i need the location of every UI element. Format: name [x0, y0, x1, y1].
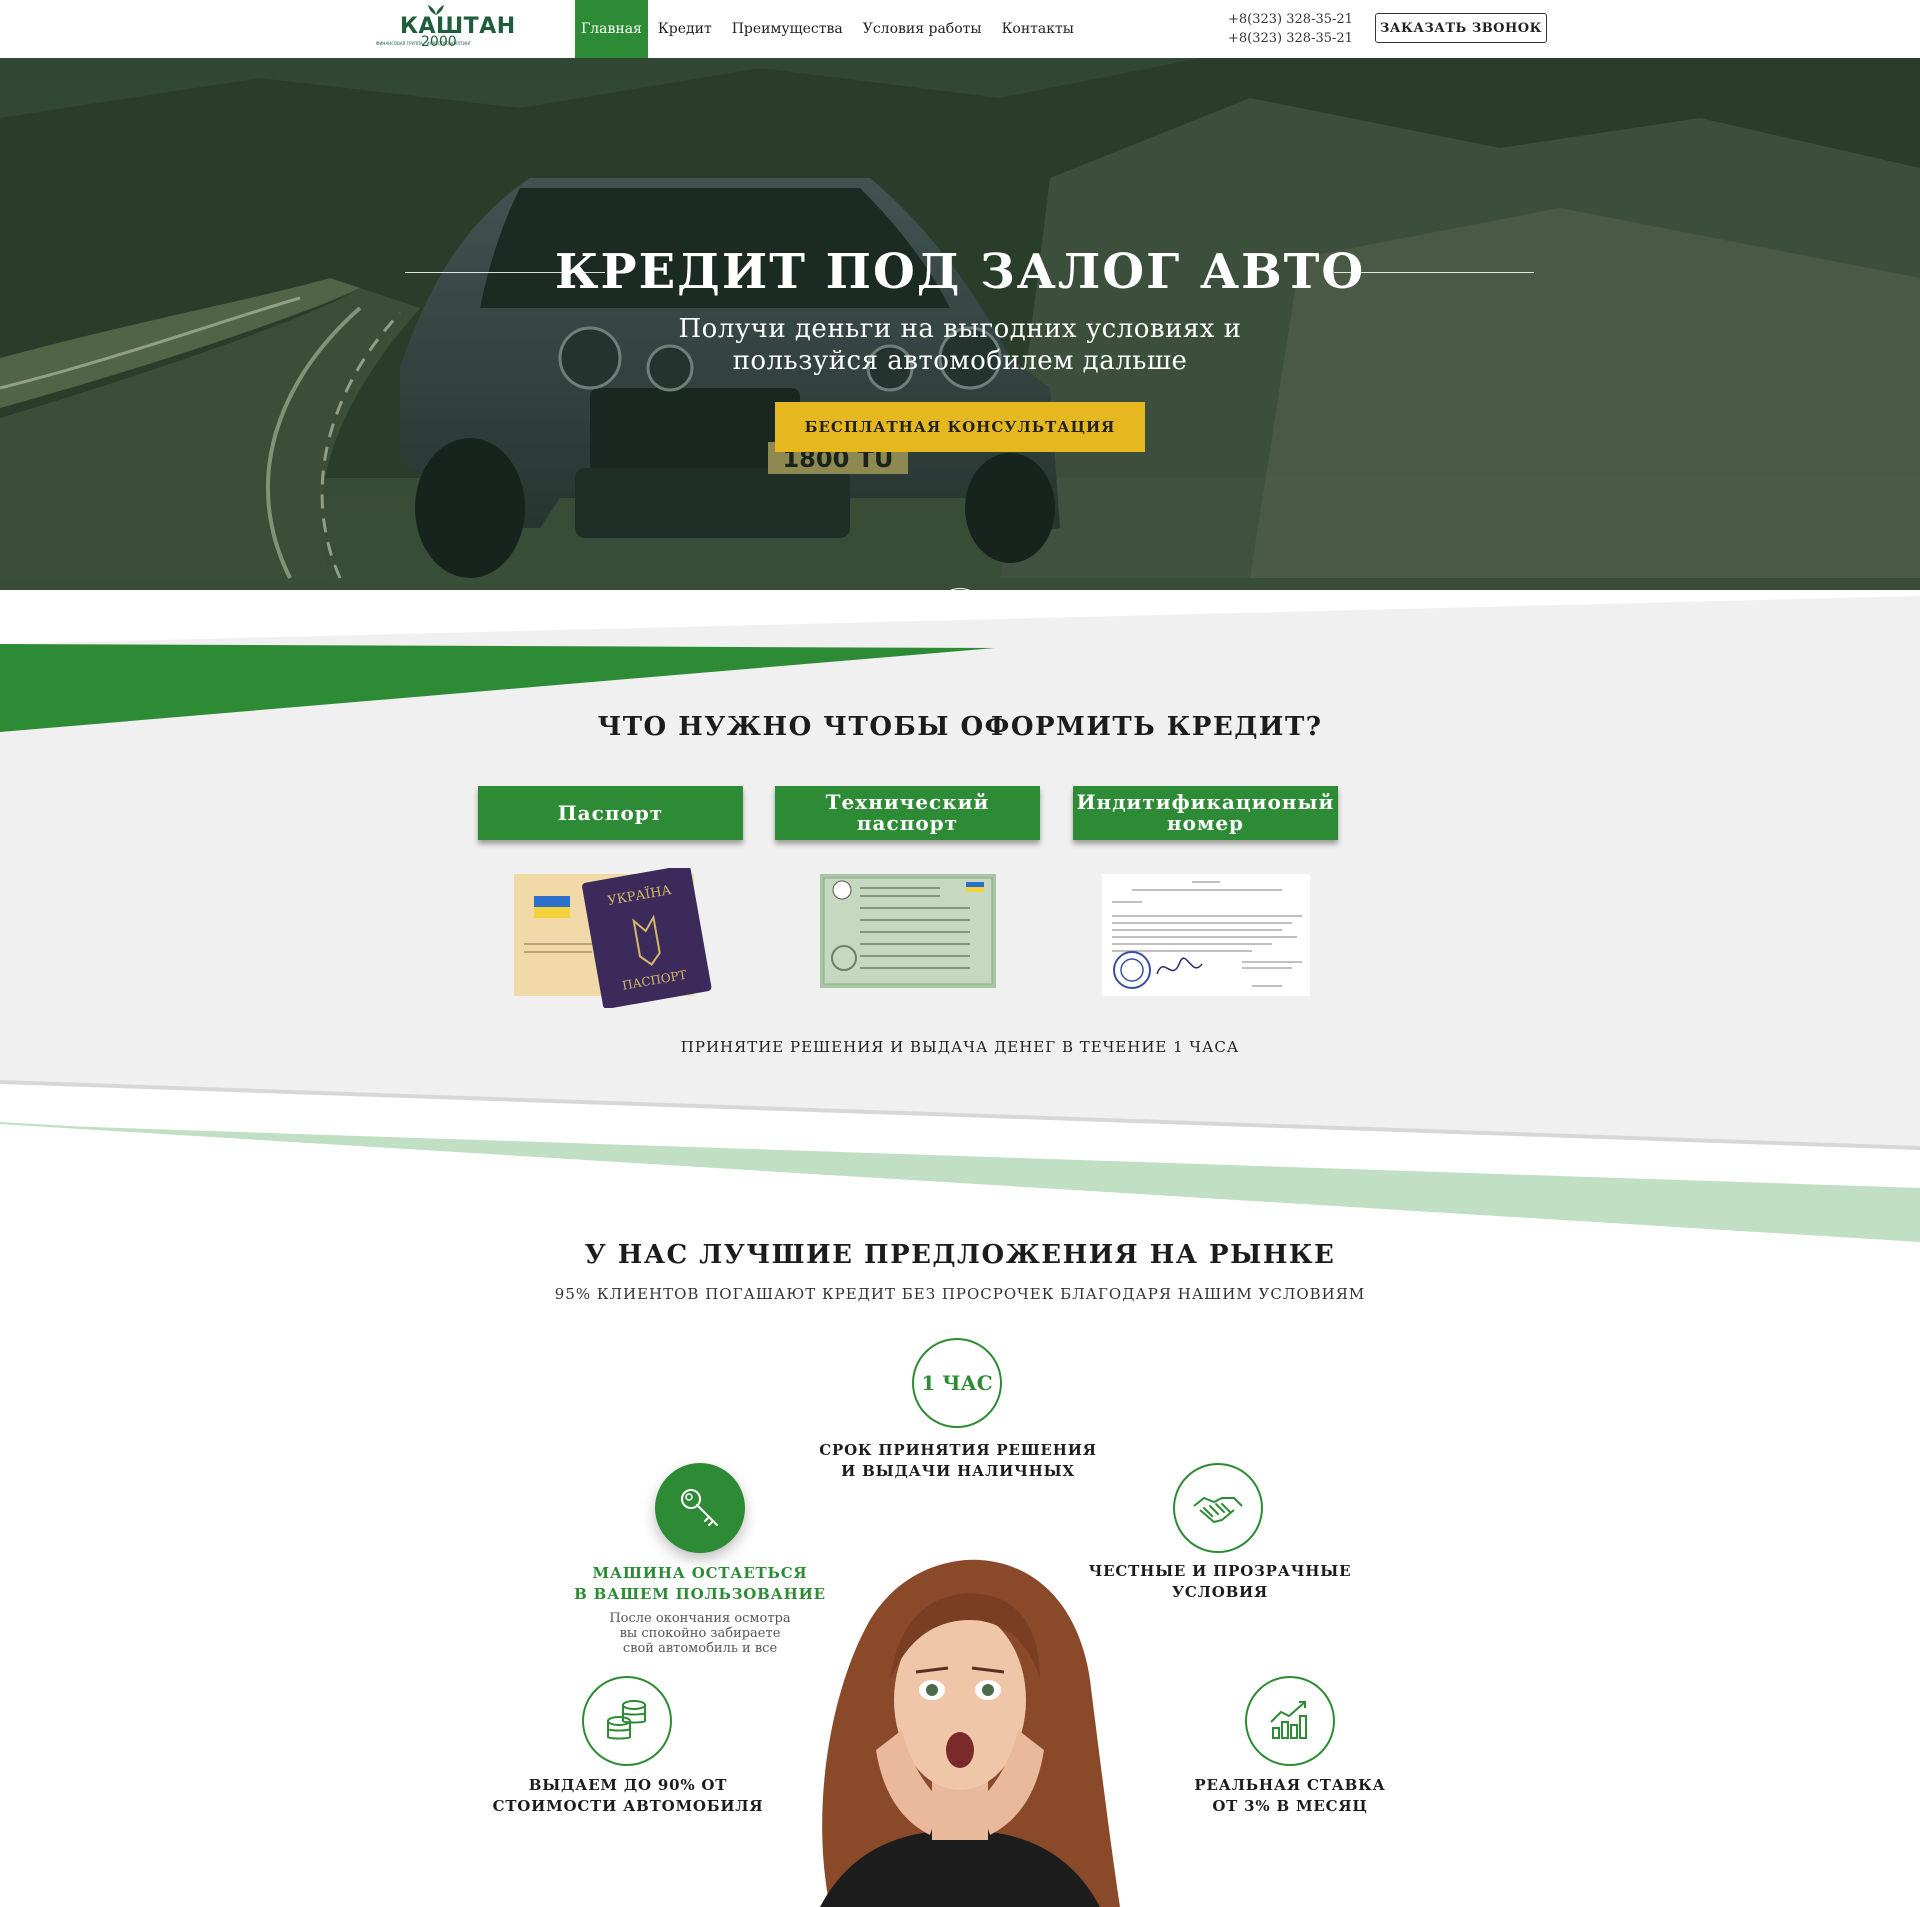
loan-value-label: ВЫДАЕМ ДО 90% ОТ СТОИМОСТИ АВТОМОБИЛЯ — [488, 1775, 768, 1817]
hero-subtitle-line: пользуйся автомобилем дальше — [732, 346, 1188, 376]
honest-terms-badge — [1173, 1463, 1263, 1553]
hero-subtitle: Получи деньги на выгодних условиях и пол… — [0, 313, 1920, 377]
feature-line: СТОИМОСТИ АВТОМОБИЛЯ — [492, 1797, 764, 1815]
decision-time-badge: 1 ЧАС — [912, 1338, 1002, 1428]
feature-line: РЕАЛЬНАЯ СТАВКА — [1194, 1776, 1386, 1794]
handshake-icon — [1193, 1497, 1243, 1524]
requirements-background — [0, 590, 1920, 1150]
site-header: КАШТАН 2000 ФИНАНСОВАЯ ГРУППА · ИНВЕСТКО… — [0, 0, 1920, 58]
offers-title: У НАС ЛУЧШИЕ ПРЕДЛОЖЕНИЯ НА РЫНКЕ — [584, 1240, 1336, 1270]
phone-number[interactable]: +8(323) 328-35-21 — [1228, 29, 1353, 48]
phone-block: +8(323) 328-35-21 +8(323) 328-35-21 — [1228, 10, 1353, 48]
offers-subtitle: 95% КЛИЕНТОВ ПОГАШАЮТ КРЕДИТ БЕЗ ПРОСРОЧ… — [554, 1285, 1366, 1303]
doc-tab-tax-id: Индитификационый номер — [1073, 786, 1338, 840]
doc-label: Паспорт — [557, 800, 664, 825]
growth-chart-icon — [1270, 1701, 1307, 1739]
passport-image: УКРАЇНА ПАСПОРТ — [514, 868, 712, 1008]
tech-passport-image — [820, 874, 996, 988]
logo-brand: КАШТАН — [400, 14, 516, 39]
hero-title: КРЕДИТ ПОД ЗАЛОГ АВТО — [554, 244, 1366, 300]
order-call-button[interactable]: ЗАКАЗАТЬ ЗВОНОК — [1375, 13, 1547, 43]
nav-home[interactable]: Главная — [575, 0, 648, 58]
feature-line: ВЫДАЕМ ДО 90% ОТ — [528, 1776, 728, 1794]
nav-advantages[interactable]: Преимущества — [722, 0, 853, 58]
logo[interactable]: КАШТАН 2000 ФИНАНСОВАЯ ГРУППА · ИНВЕСТКО… — [376, 5, 515, 50]
nav-credit[interactable]: Кредит — [648, 0, 722, 58]
loan-value-badge — [582, 1676, 672, 1766]
tax-id-image — [1102, 874, 1310, 996]
feature-line: И ВЫДАЧИ НАЛИЧНЫХ — [841, 1462, 1075, 1480]
car-stays-badge — [655, 1463, 745, 1553]
nav-terms[interactable]: Условия работы — [853, 0, 992, 58]
requirements-title: ЧТО НУЖНО ЧТОБЫ ОФОРМИТЬ КРЕДИТ? — [597, 712, 1323, 742]
doc-tab-passport: Паспорт — [478, 786, 743, 840]
hero-section: 1800 TU КРЕДИТ ПОД ЗАЛОГ АВТО Получи ден… — [0, 58, 1920, 648]
decision-time-value: 1 ЧАС — [921, 1371, 993, 1395]
decision-note: ПРИНЯТИЕ РЕШЕНИЯ И ВЫДАЧА ДЕНЕГ В ТЕЧЕНИ… — [680, 1038, 1240, 1056]
interest-rate-label: РЕАЛЬНАЯ СТАВКА ОТ 3% В МЕСЯЦ — [1150, 1775, 1430, 1817]
decision-time-label: СРОК ПРИНЯТИЯ РЕШЕНИЯ И ВЫДАЧИ НАЛИЧНЫХ — [810, 1440, 1106, 1482]
doc-label: паспорт — [856, 811, 959, 835]
feature-line: ОТ 3% В МЕСЯЦ — [1212, 1797, 1368, 1815]
title-divider-right — [1334, 272, 1534, 273]
doc-label: Технический — [825, 790, 990, 814]
key-icon — [681, 1489, 718, 1526]
doc-label: Индитификационый — [1076, 790, 1335, 814]
interest-rate-badge — [1245, 1676, 1335, 1766]
free-consultation-button[interactable]: БЕСПЛАТНАЯ КОНСУЛЬТАЦИЯ — [775, 402, 1145, 452]
logo-tagline: ФИНАНСОВАЯ ГРУППА · ИНВЕСТКОНСАЛТИНГ — [376, 41, 472, 46]
nav-contacts[interactable]: Контакты — [992, 0, 1084, 58]
main-nav: Главная Кредит Преимущества Условия рабо… — [575, 0, 1084, 58]
requirements-section: ЧТО НУЖНО ЧТОБЫ ОФОРМИТЬ КРЕДИТ? Паспорт… — [0, 590, 1920, 1150]
doc-label: номер — [1166, 811, 1245, 835]
surprised-woman-image — [820, 1559, 1120, 1907]
light-green-wedge — [0, 1124, 1920, 1242]
doc-tab-tech-passport: Технический паспорт — [775, 786, 1040, 840]
hero-subtitle-line: Получи деньги на выгодних условиях и — [678, 314, 1242, 344]
feature-line: СРОК ПРИНЯТИЯ РЕШЕНИЯ — [819, 1441, 1097, 1459]
phone-number[interactable]: +8(323) 328-35-21 — [1228, 10, 1353, 29]
coins-icon — [607, 1700, 646, 1740]
